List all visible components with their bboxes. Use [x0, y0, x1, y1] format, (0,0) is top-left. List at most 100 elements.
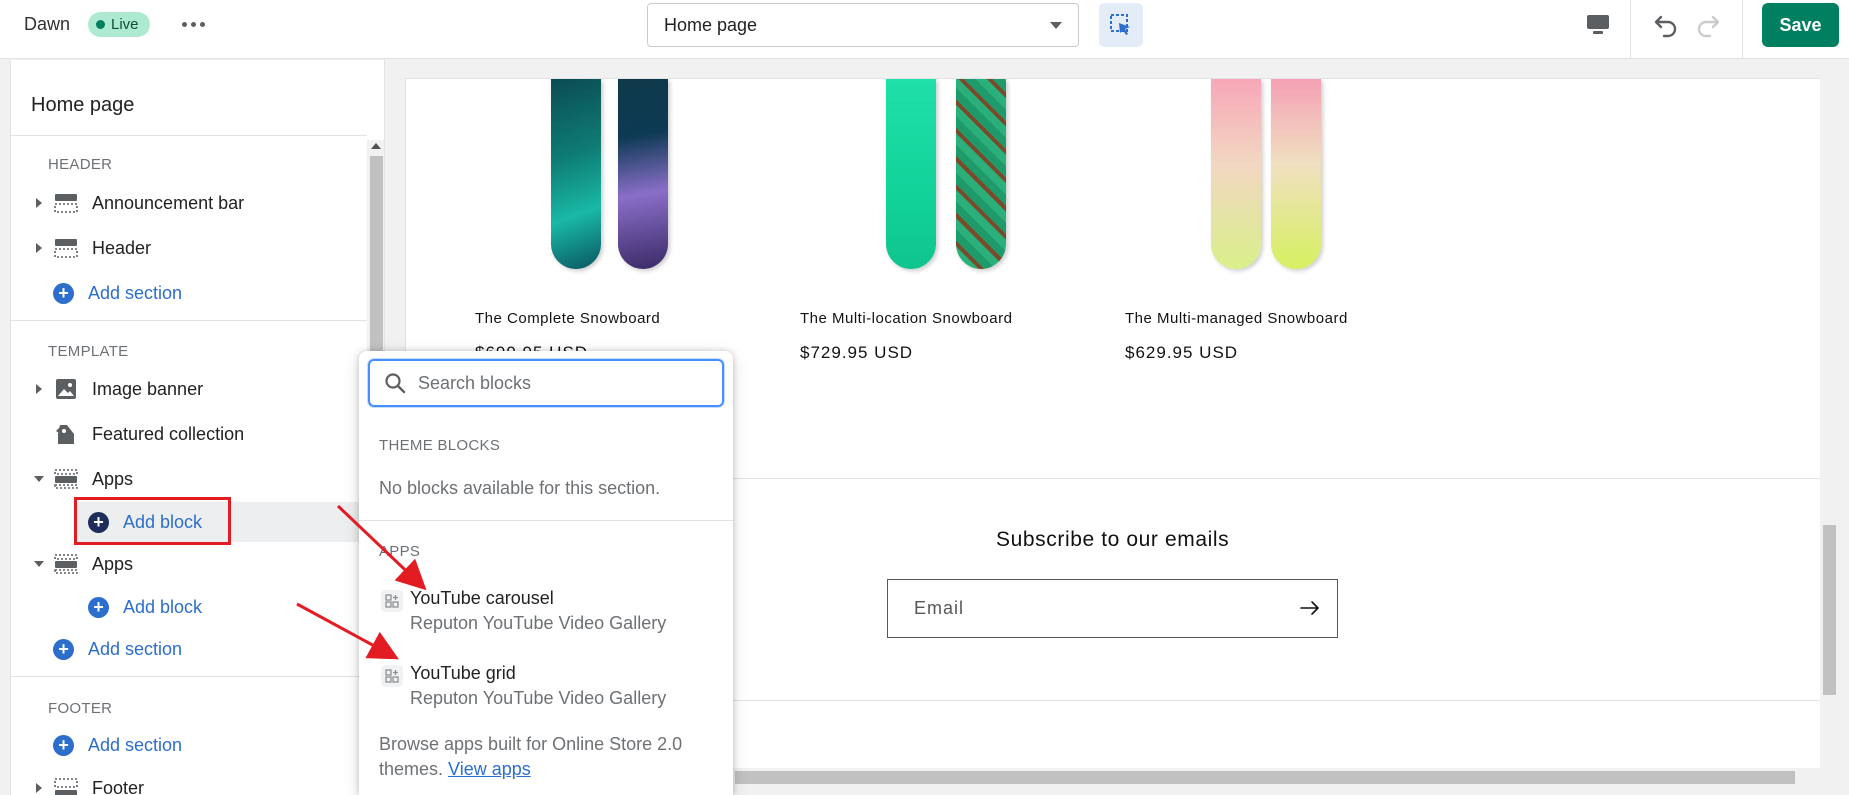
inspector-toggle-button[interactable]	[1099, 3, 1143, 47]
live-label: Live	[111, 16, 139, 33]
product-title: The Multi-location Snowboard	[800, 310, 1013, 327]
divider	[11, 320, 367, 321]
group-label-footer: FOOTER	[48, 700, 113, 717]
add-block-button[interactable]: + Add block	[88, 591, 202, 623]
desktop-icon	[1587, 15, 1609, 34]
annotation-highlight-box	[74, 497, 231, 545]
section-icon	[53, 192, 79, 214]
email-placeholder: Email	[914, 598, 965, 618]
search-blocks-field[interactable]	[368, 359, 724, 407]
sidebar-item-label: Header	[92, 237, 152, 258]
plus-icon: +	[53, 638, 74, 660]
save-button[interactable]: Save	[1762, 3, 1839, 47]
section-icon	[53, 553, 79, 575]
no-blocks-message: No blocks available for this section.	[379, 478, 661, 498]
add-section-label: Add section	[88, 734, 183, 755]
add-section-button[interactable]: + Add section	[53, 633, 182, 665]
apps-label: APPS	[379, 543, 421, 560]
view-apps-link[interactable]: View apps	[448, 759, 531, 779]
chevron-right-icon	[31, 198, 47, 208]
toolbar-divider	[1742, 0, 1743, 59]
divider	[11, 135, 367, 136]
group-label-header: HEADER	[48, 156, 113, 173]
sidebar-item-label: Announcement bar	[92, 192, 245, 213]
live-badge: Live	[88, 12, 150, 37]
product-image	[956, 79, 1006, 269]
add-section-button[interactable]: + Add section	[53, 729, 182, 761]
app-block-name: YouTube carousel	[410, 588, 554, 608]
product-image	[618, 79, 668, 269]
live-dot-icon	[96, 20, 105, 29]
top-bar: Dawn Live Home page Save	[0, 0, 1849, 59]
browse-apps-text: Browse apps built for Online Store 2.0 t…	[379, 732, 709, 782]
sidebar-item-header[interactable]: Header	[31, 230, 361, 266]
sidebar-item-announcement-bar[interactable]: Announcement bar	[31, 185, 361, 221]
page-selector[interactable]: Home page	[647, 3, 1079, 47]
sidebar-item-featured-collection[interactable]: Featured collection	[31, 416, 361, 452]
product-title: The Multi-managed Snowboard	[1125, 310, 1348, 327]
product-price: $729.95 USD	[800, 343, 914, 362]
theme-blocks-label: THEME BLOCKS	[379, 437, 501, 454]
product-image	[551, 79, 601, 269]
add-section-button[interactable]: + Add section	[53, 277, 182, 309]
chevron-down-icon	[31, 476, 47, 482]
product-price: $629.95 USD	[1125, 343, 1239, 362]
chevron-right-icon	[31, 783, 47, 793]
sidebar-item-label: Apps	[92, 553, 134, 574]
product-image	[1271, 79, 1321, 269]
app-block-provider: Reputon YouTube Video Gallery	[410, 613, 667, 633]
search-icon	[385, 373, 406, 394]
app-block-youtube-carousel[interactable]: YouTube carousel Reputon YouTube Video G…	[373, 586, 723, 644]
redo-icon	[1697, 15, 1720, 38]
divider	[359, 520, 733, 521]
inspector-icon	[1110, 14, 1130, 35]
add-block-popover: THEME BLOCKS No blocks available for thi…	[359, 351, 733, 795]
more-actions-button[interactable]	[178, 12, 208, 37]
section-icon	[53, 777, 79, 795]
arrow-right-icon[interactable]	[1299, 598, 1321, 618]
toolbar-divider	[1630, 0, 1631, 59]
page-selector-value: Home page	[664, 15, 758, 35]
plus-icon: +	[53, 282, 74, 304]
preview-vertical-scrollbar[interactable]	[1820, 78, 1838, 770]
desktop-preview-button[interactable]	[1580, 9, 1616, 41]
product-image	[886, 79, 936, 269]
undo-button[interactable]	[1648, 7, 1684, 43]
chevron-right-icon	[31, 243, 47, 253]
sidebar-item-label: Footer	[92, 777, 145, 795]
newsletter-email-input[interactable]: Email	[887, 579, 1338, 638]
chevron-down-icon	[31, 561, 47, 567]
sidebar-title: Home page	[31, 94, 135, 116]
app-block-provider: Reputon YouTube Video Gallery	[410, 688, 667, 708]
redo-button[interactable]	[1690, 7, 1726, 43]
sidebar-item-apps[interactable]: Apps	[31, 461, 361, 497]
sections-sidebar: Home page HEADER Announcement bar Header…	[10, 60, 385, 795]
sidebar-item-footer[interactable]: Footer	[31, 770, 361, 795]
section-icon	[53, 468, 79, 490]
add-block-label: Add block	[123, 596, 203, 617]
image-icon	[53, 378, 79, 400]
divider	[11, 676, 367, 677]
app-block-icon	[381, 590, 403, 612]
chevron-right-icon	[31, 384, 47, 394]
undo-icon	[1654, 15, 1677, 38]
app-block-youtube-grid[interactable]: YouTube grid Reputon YouTube Video Galle…	[373, 661, 723, 719]
sidebar-item-label: Featured collection	[92, 423, 245, 444]
chevron-down-icon	[1050, 22, 1062, 29]
section-icon	[53, 237, 79, 259]
preview-scroll-thumb[interactable]	[1823, 525, 1836, 695]
add-section-label: Add section	[88, 638, 183, 659]
app-block-name: YouTube grid	[410, 663, 516, 683]
search-blocks-input[interactable]	[418, 370, 708, 396]
sidebar-item-apps[interactable]: Apps	[31, 546, 361, 582]
app-block-icon	[381, 665, 403, 687]
preview-hscroll-thumb[interactable]	[735, 771, 1795, 784]
product-image	[1211, 79, 1261, 269]
sidebar-item-image-banner[interactable]: Image banner	[31, 371, 361, 407]
tag-icon	[53, 423, 79, 445]
product-title: The Complete Snowboard	[475, 310, 661, 327]
add-section-label: Add section	[88, 282, 183, 303]
plus-icon: +	[88, 596, 109, 618]
scroll-up-icon	[371, 143, 381, 149]
sidebar-item-label: Image banner	[92, 378, 204, 399]
